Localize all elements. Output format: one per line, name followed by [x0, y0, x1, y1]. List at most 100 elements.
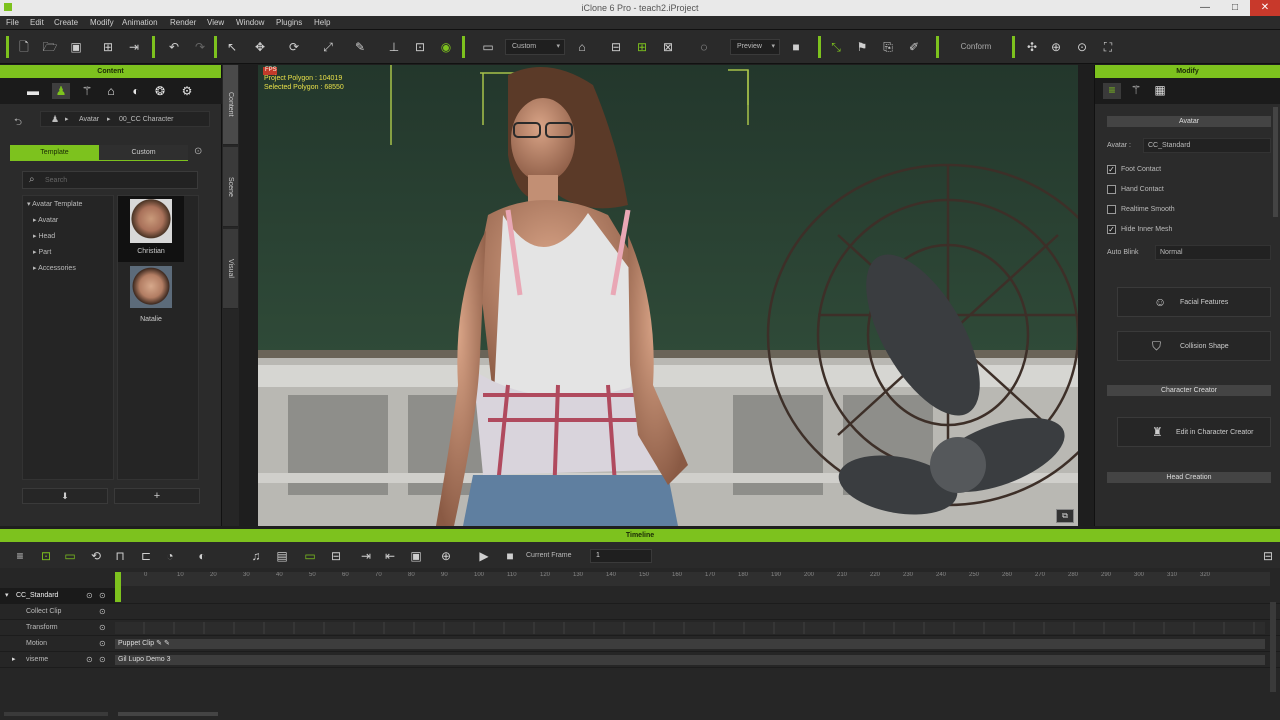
settings-icon[interactable]: ⊙ [194, 146, 202, 157]
expand-arrow-icon[interactable]: ▾ [5, 591, 9, 599]
timeline-row-transform[interactable]: Transform ⊙ [0, 620, 1280, 636]
timeline-row-collect-clip[interactable]: Collect Clip ⊙ [0, 604, 1280, 620]
record-icon[interactable]: ■ [788, 39, 804, 55]
key-icon[interactable]: ⊡ [38, 548, 54, 564]
props-category-icon[interactable]: ❂ [151, 83, 169, 99]
align-icon[interactable]: ⊥ [386, 39, 402, 55]
row-toggle-icon[interactable]: ⊙ [99, 623, 106, 632]
timeline-row-cc-standard[interactable]: ▾ CC_Standard ⊙ ⊙ [0, 588, 1280, 604]
light-icon[interactable]: ◌ [696, 39, 712, 55]
split-icon[interactable]: ⊓ [112, 548, 128, 564]
thumbnail-christian[interactable]: Christian [118, 196, 184, 262]
search-input[interactable]: Search [45, 177, 67, 184]
range-icon[interactable]: ⇥ [358, 548, 374, 564]
motion-tab-icon[interactable]: ⚚ [1127, 83, 1145, 99]
timeline-row-motion[interactable]: Motion ⊙ Puppet Clip ✎ ✎ [0, 636, 1280, 652]
hand-contact-checkbox[interactable] [1107, 185, 1116, 194]
menu-file[interactable]: File [6, 18, 19, 27]
section-character-creator[interactable]: Character Creator [1107, 385, 1271, 396]
new-file-icon[interactable]: 🗋 [16, 39, 32, 55]
transform-keys[interactable] [115, 622, 1265, 634]
viseme-clip[interactable]: Gil Lupo Demo 3 [115, 655, 1265, 665]
menu-plugins[interactable]: Plugins [276, 18, 302, 27]
section-avatar[interactable]: Avatar [1107, 116, 1271, 127]
add-button[interactable]: + [114, 488, 200, 504]
row-toggle-icon[interactable]: ⊙ [99, 607, 106, 616]
scale-icon[interactable]: ⤢ [320, 39, 336, 55]
pen-icon[interactable]: ✐ [906, 39, 922, 55]
search-box[interactable]: ⌕ Search [22, 171, 198, 189]
speed-icon[interactable]: ◔ [162, 548, 178, 564]
current-frame-input[interactable]: 1 [590, 549, 652, 563]
hide-inner-mesh-checkbox[interactable]: ✓ [1107, 225, 1116, 234]
modify-scrollbar[interactable] [1273, 107, 1278, 217]
edit-in-cc-button[interactable]: ♜ Edit in Character Creator [1117, 417, 1271, 447]
section-head-creation[interactable]: Head Creation [1107, 472, 1271, 483]
track-list-scrollbar[interactable] [4, 712, 108, 716]
download-button[interactable]: ⬇ [22, 488, 108, 504]
zoom-icon[interactable]: ⊕ [1048, 39, 1064, 55]
expand-arrow-icon[interactable]: ▸ [12, 655, 16, 663]
timeline-vertical-scrollbar[interactable] [1270, 602, 1276, 692]
render-mode-select[interactable]: Preview [730, 39, 780, 55]
timeline-collapse-icon[interactable]: ⊟ [1260, 548, 1276, 564]
maximize-button[interactable]: □ [1220, 0, 1250, 16]
realtime-smooth-checkbox[interactable] [1107, 205, 1116, 214]
move-icon[interactable]: ✥ [252, 39, 268, 55]
tree-item-part[interactable]: ▸ Part [33, 248, 51, 256]
close-button[interactable]: ✕ [1250, 0, 1280, 16]
select-icon[interactable]: ↖ [224, 39, 240, 55]
range-end-icon[interactable]: ⇤ [382, 548, 398, 564]
camera-view-icon[interactable]: ▭ [480, 39, 496, 55]
rotate-icon[interactable]: ⟳ [286, 39, 302, 55]
attribute-tab-icon[interactable]: ≡ [1103, 83, 1121, 99]
menu-edit[interactable]: Edit [30, 18, 44, 27]
redo-icon[interactable]: ↷ [192, 39, 208, 55]
visible-icon[interactable]: ⊙ [99, 591, 106, 600]
3d-viewport[interactable]: FPS Project Polygon : 104019 Selected Po… [258, 65, 1078, 526]
tab-visual-vertical[interactable]: Visual [223, 229, 238, 309]
menu-animation[interactable]: Animation [122, 18, 158, 27]
open-file-icon[interactable]: 🗁 [42, 39, 58, 55]
layer-icon[interactable]: ▤ [274, 548, 290, 564]
loop-icon[interactable]: ⟲ [88, 548, 104, 564]
camera-select[interactable]: Custom [505, 39, 565, 55]
stage-category-icon[interactable]: ⌂ [102, 83, 120, 99]
light-category-icon[interactable]: ◐ [127, 83, 145, 99]
play-icon[interactable]: ▶ [476, 548, 492, 564]
tab-content-vertical[interactable]: Content [223, 65, 238, 145]
timeline-row-viseme[interactable]: ▸ viseme ⊙ ⊙ Gil Lupo Demo 3 [0, 652, 1280, 668]
avatar-name-field[interactable]: CC_Standard [1143, 138, 1271, 153]
track-icon[interactable]: ▭ [302, 548, 318, 564]
thumbnail-natalie[interactable]: Natalie [118, 264, 184, 330]
drop-icon[interactable]: ⊡ [412, 39, 428, 55]
material-tab-icon[interactable]: ▦ [1151, 83, 1169, 99]
viewport-corner-icon[interactable]: ⧉ [1056, 509, 1074, 523]
row-toggle-icon[interactable]: ⊙ [99, 655, 106, 664]
sound-icon[interactable]: ♫ [248, 548, 264, 564]
fullscreen-icon[interactable]: ⛶ [1100, 39, 1116, 55]
tree-item-head[interactable]: ▸ Head [33, 232, 55, 240]
break-icon[interactable]: ⊏ [138, 548, 154, 564]
minimize-button[interactable]: — [1190, 0, 1220, 16]
lock-icon[interactable]: ⊙ [86, 655, 93, 664]
menu-view[interactable]: View [207, 18, 224, 27]
pan-icon[interactable]: ✣ [1024, 39, 1040, 55]
zoom-fit-icon[interactable]: ⊙ [1074, 39, 1090, 55]
timeline-list-icon[interactable]: ≡ [12, 548, 28, 564]
blend-icon[interactable]: ◐ [194, 548, 210, 564]
clip-icon[interactable]: ▭ [62, 548, 78, 564]
media-category-icon[interactable]: ⚙ [178, 83, 196, 99]
menu-window[interactable]: Window [236, 18, 264, 27]
tree-item-avatar-template[interactable]: ▾ Avatar Template [27, 200, 82, 208]
motion-clip[interactable]: Puppet Clip ✎ ✎ [115, 639, 1265, 649]
home-icon[interactable]: ⌂ [574, 39, 590, 55]
facial-features-button[interactable]: ☺ Facial Features [1117, 287, 1271, 317]
physics-icon[interactable]: ⤡ [828, 39, 844, 55]
tab-custom[interactable]: Custom [99, 145, 188, 161]
film-icon[interactable]: ▣ [408, 548, 424, 564]
flag-icon[interactable]: ⚑ [854, 39, 870, 55]
frame-icon[interactable]: ⊟ [608, 39, 624, 55]
row-toggle-icon[interactable]: ⊙ [99, 639, 106, 648]
export-icon[interactable]: ⇥ [126, 39, 142, 55]
